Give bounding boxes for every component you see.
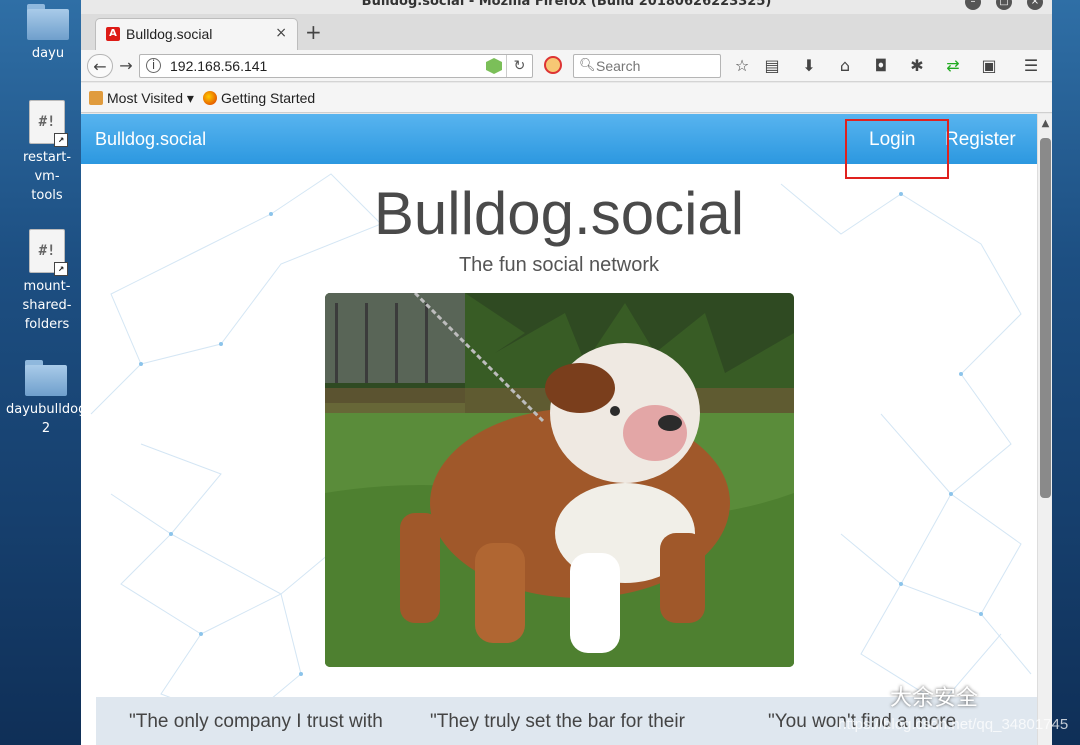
desktop-icon-dayu[interactable]: dayu (8, 4, 88, 63)
tab-title: Bulldog.social (126, 26, 213, 42)
script-file-icon: #! ↗ (29, 100, 68, 147)
pocket-icon[interactable]: ◘ (871, 56, 891, 76)
extension-icon[interactable] (486, 58, 502, 74)
switch-proxy-icon[interactable]: ⇄ (943, 56, 963, 76)
extension-bug-icon[interactable]: ✱ (907, 56, 927, 76)
desktop-icon-label: mount-shared-folders (22, 279, 72, 332)
desktop-icon-mount-shared-folders[interactable]: #! ↗ mount-shared-folders (7, 229, 87, 334)
tab-bulldog-social[interactable]: A Bulldog.social × (95, 18, 298, 50)
screenshot-icon[interactable]: ▣ (979, 56, 999, 76)
bookmark-label: Most Visited (107, 90, 183, 106)
angular-favicon-icon: A (106, 27, 120, 41)
url-text[interactable]: 192.168.56.141 (170, 58, 267, 74)
scroll-up-icon[interactable]: ▲ (1038, 114, 1053, 134)
scroll-thumb[interactable] (1040, 138, 1051, 498)
bookmark-label: Getting Started (221, 90, 316, 106)
tab-close-icon[interactable]: × (275, 25, 287, 41)
register-link[interactable]: Register (945, 129, 1016, 151)
desktop-icon-label: restart-vm-tools (22, 150, 72, 203)
firefox-icon (203, 91, 217, 105)
bookmarks-toolbar: Most Visited ▾ Getting Started (81, 83, 1052, 113)
watermark: 大余安全 (890, 686, 979, 711)
script-file-icon: #! ↗ (29, 229, 68, 276)
new-tab-button[interactable]: + (305, 20, 322, 44)
desktop-icon-label: dayu (31, 46, 65, 61)
watermark-url: https://blog.csdn.net/qq_34801745 (838, 716, 1069, 733)
noscript-icon[interactable] (544, 56, 562, 74)
tab-strip: A Bulldog.social × + (81, 14, 1052, 50)
bookmark-star-icon[interactable]: ☆ (732, 56, 752, 76)
bookmark-most-visited[interactable]: Most Visited ▾ (89, 90, 194, 107)
hero-subtitle: The fun social network (458, 254, 660, 276)
desktop-icon-label: dayubulldog 2 (6, 402, 87, 436)
desktop-icon-restart-vm-tools[interactable]: #! ↗ restart-vm-tools (7, 100, 87, 205)
folder-icon (89, 91, 103, 105)
bookmark-getting-started[interactable]: Getting Started (203, 90, 315, 106)
site-brand[interactable]: Bulldog.social (95, 129, 206, 150)
folder-icon (27, 4, 69, 40)
forward-button[interactable]: → (115, 54, 137, 78)
folder-icon (25, 360, 67, 396)
search-placeholder: Search (596, 58, 641, 74)
search-icon: 🔍︎ (579, 58, 596, 73)
firefox-window: Bulldog.social - Mozilla Firefox (Build … (81, 0, 1052, 745)
reading-list-icon[interactable]: ▤ (762, 56, 782, 76)
desktop-icon-dayubulldog2[interactable]: dayubulldog 2 (6, 360, 86, 438)
home-icon[interactable]: ⌂ (835, 56, 855, 76)
bulldog-photo (325, 293, 794, 667)
reload-icon[interactable]: ↻ (506, 55, 532, 77)
bulldog-image (325, 293, 794, 667)
info-icon[interactable]: i (146, 58, 161, 73)
url-bar[interactable]: i 192.168.56.141 ↻ (139, 54, 533, 78)
search-input[interactable]: 🔍︎ Search (573, 54, 721, 78)
navigation-toolbar: ← → i 192.168.56.141 ↻ 🔍︎ Search ☆ ▤ ⬇ ⌂… (81, 50, 1052, 82)
hero-title: Bulldog.social (373, 180, 745, 247)
page-scrollbar[interactable]: ▲ (1037, 114, 1052, 745)
login-highlight-box (845, 119, 949, 179)
page-viewport: Bulldog.social Login Register Bulldog.so… (81, 114, 1037, 745)
downloads-icon[interactable]: ⬇ (799, 56, 819, 76)
testimonial-quote: "The only company I trust with (129, 711, 383, 732)
menu-icon[interactable]: ☰ (1021, 56, 1041, 76)
testimonial-quote: "They truly set the bar for their (430, 711, 685, 732)
window-title: Bulldog.social - Mozilla Firefox (Build … (361, 0, 772, 9)
back-button[interactable]: ← (87, 54, 113, 78)
